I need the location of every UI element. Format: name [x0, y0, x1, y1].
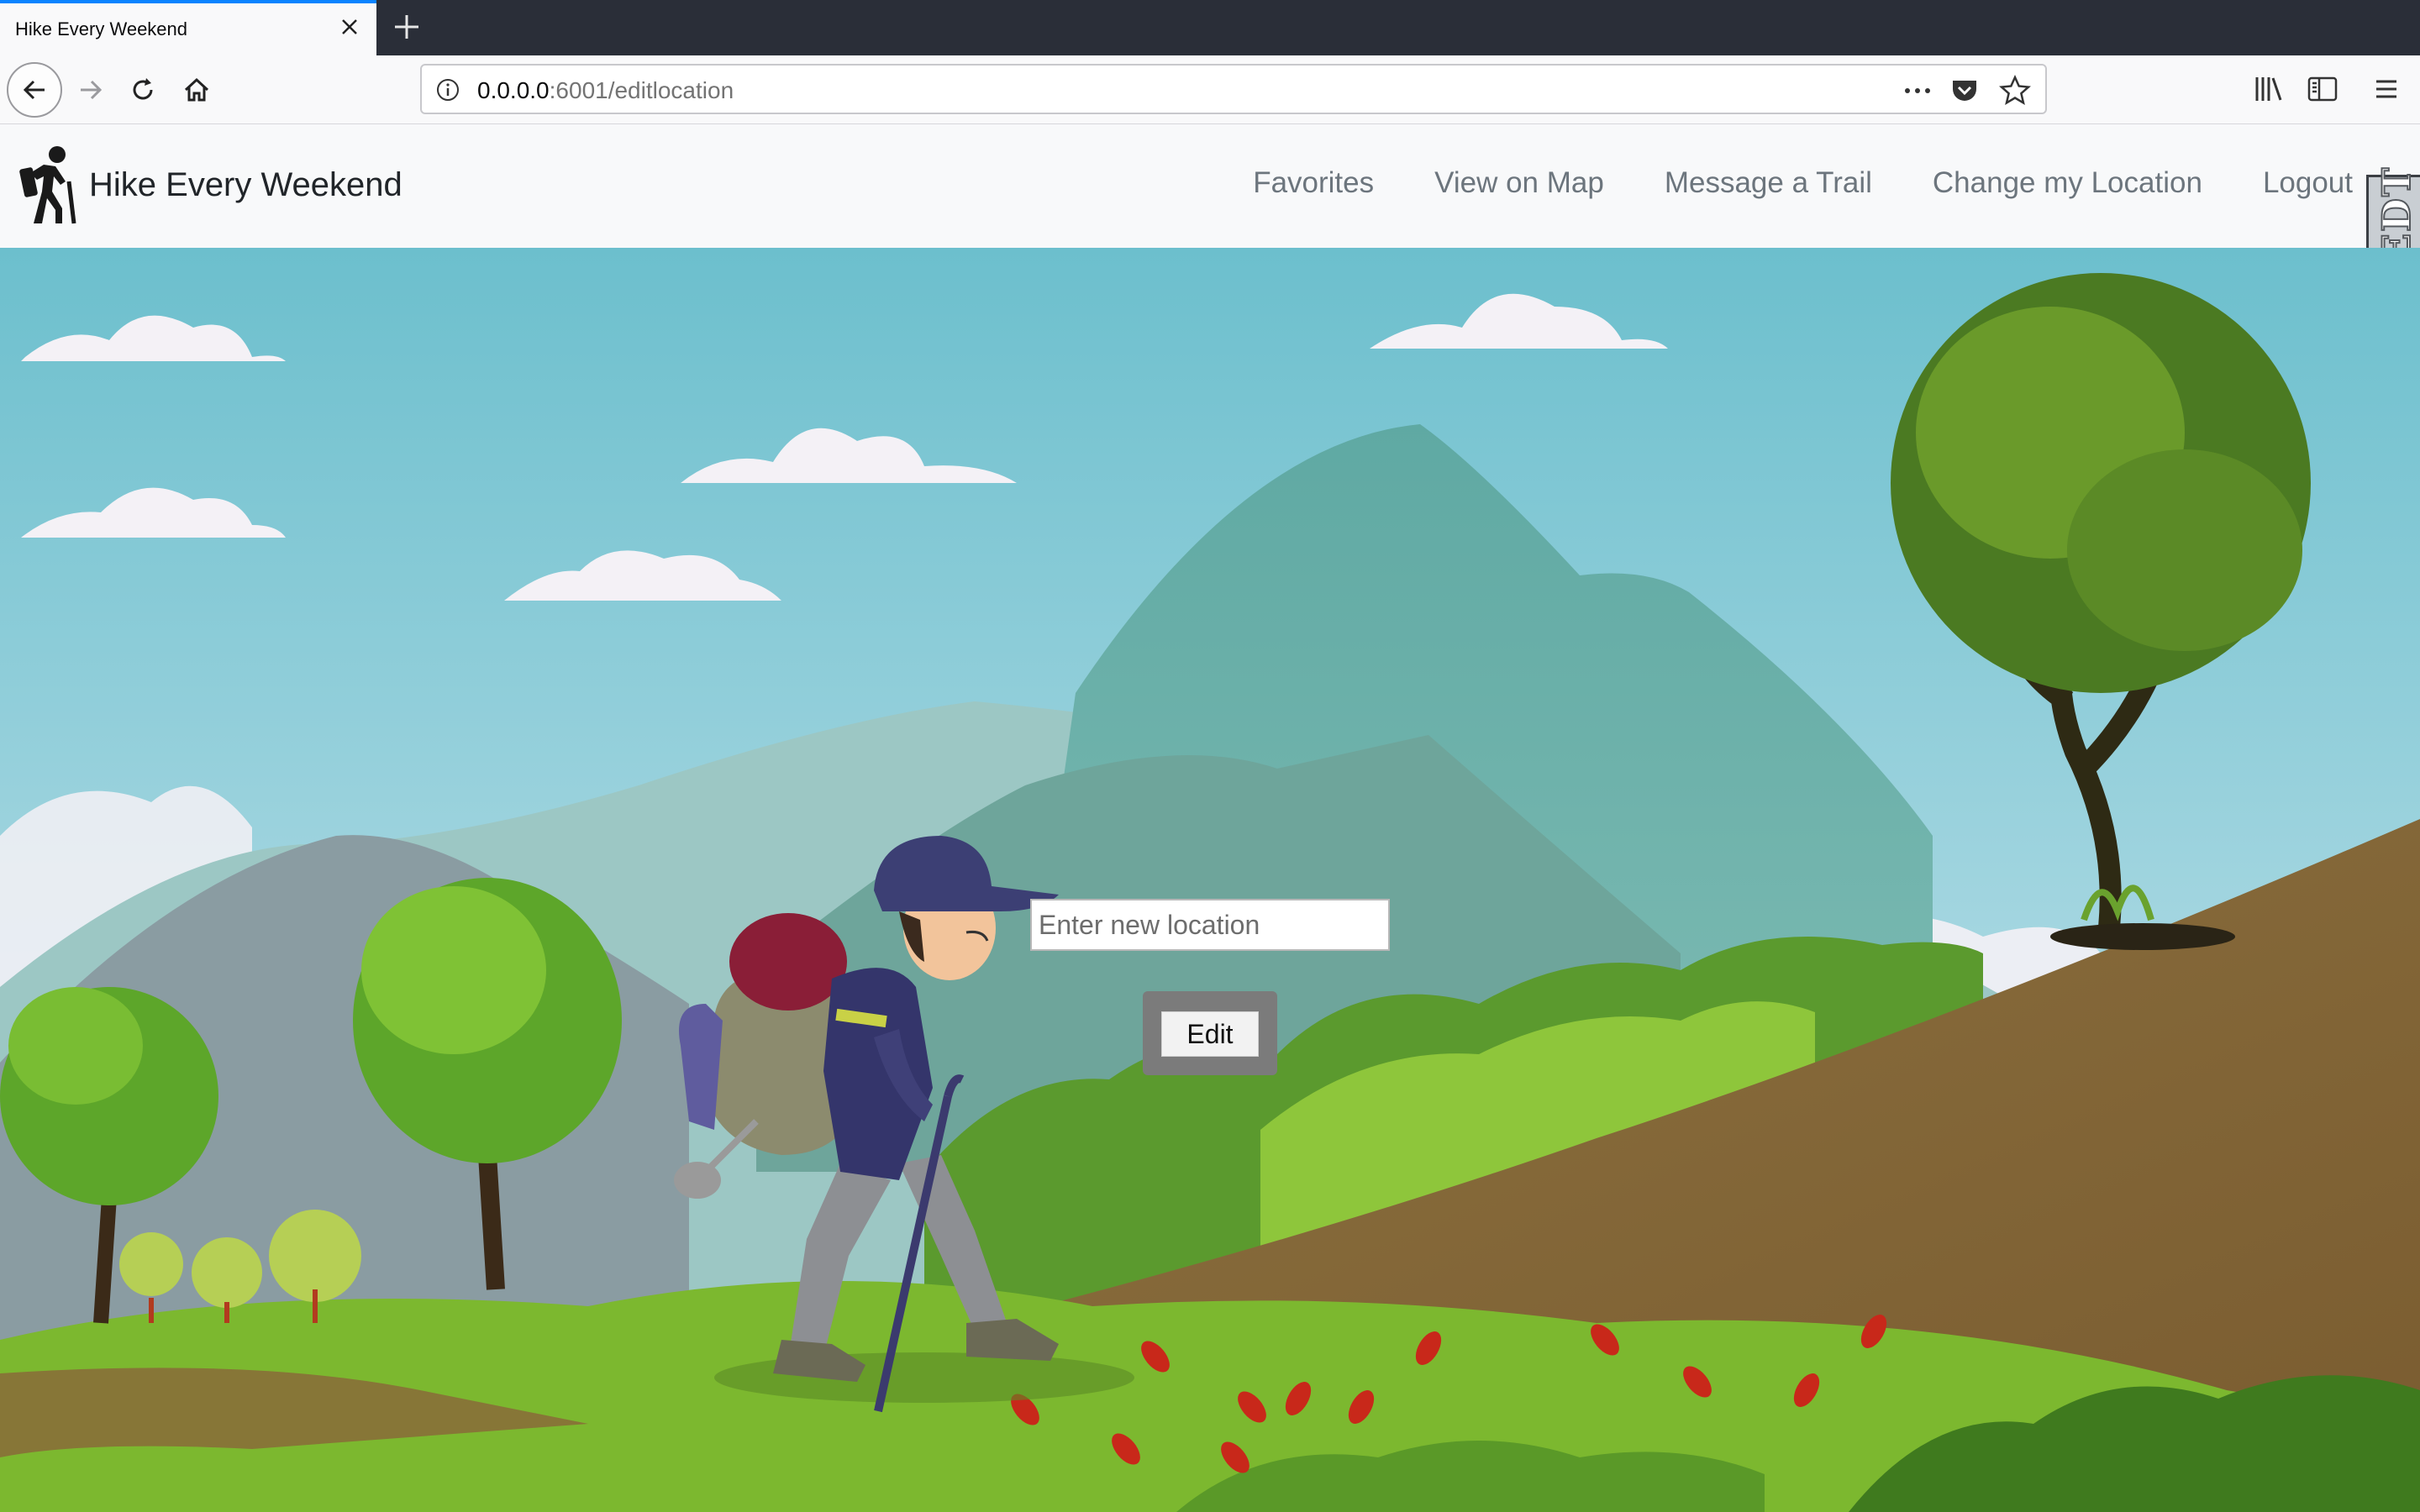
browser-navbar: 0.0.0.0:6001/editlocation — [0, 55, 2420, 124]
browser-tabstrip: Hike Every Weekend — [0, 0, 2420, 55]
tab-title: Hike Every Weekend — [15, 18, 188, 39]
reload-button[interactable] — [119, 66, 166, 113]
menu-icon[interactable] — [2370, 72, 2403, 106]
bookmark-star-icon[interactable] — [1998, 74, 2032, 108]
hero-section: Edit — [0, 248, 2420, 1512]
browser-tab[interactable]: Hike Every Weekend — [0, 0, 376, 55]
site-nav-links: Favorites View on Map Message a Trail Ch… — [1192, 166, 2353, 200]
forward-icon — [81, 80, 103, 100]
reload-icon — [133, 78, 153, 100]
url-host: 0.0.0.0 — [477, 77, 550, 103]
nav-favorites[interactable]: Favorites — [1253, 166, 1374, 200]
close-icon[interactable] — [336, 13, 363, 40]
info-icon[interactable] — [435, 77, 460, 102]
edit-button[interactable]: Edit — [1161, 1011, 1259, 1057]
url-text[interactable]: 0.0.0.0:6001/editlocation — [477, 77, 734, 104]
library-icon[interactable] — [2252, 72, 2286, 106]
edit-button-frame: Edit — [1143, 991, 1277, 1075]
brand-title: Hike Every Weekend — [89, 165, 402, 203]
nav-change-location[interactable]: Change my Location — [1933, 166, 2202, 200]
nav-logout[interactable]: Logout — [2263, 166, 2353, 200]
brand-link[interactable]: Hike Every Weekend — [18, 143, 402, 227]
back-icon — [23, 80, 45, 100]
home-button[interactable] — [173, 66, 220, 113]
pocket-icon[interactable] — [1949, 76, 1980, 106]
hiking-landscape-illustration — [0, 248, 2420, 1512]
home-icon — [184, 77, 209, 102]
url-bar[interactable]: 0.0.0.0:6001/editlocation — [420, 64, 2047, 114]
more-icon[interactable] — [1901, 76, 1934, 106]
nav-message-a-trail[interactable]: Message a Trail — [1665, 166, 1872, 200]
hiker-logo-icon — [19, 146, 76, 224]
location-input[interactable] — [1030, 899, 1390, 951]
url-path: :6001/editlocation — [549, 77, 734, 103]
back-button[interactable] — [7, 62, 62, 118]
site-navbar: Hike Every Weekend Favorites View on Map… — [0, 124, 2420, 304]
forward-button[interactable] — [67, 66, 114, 113]
new-tab-icon[interactable] — [390, 10, 424, 44]
nav-view-on-map[interactable]: View on Map — [1434, 166, 1604, 200]
sidebar-icon[interactable] — [2306, 72, 2339, 106]
